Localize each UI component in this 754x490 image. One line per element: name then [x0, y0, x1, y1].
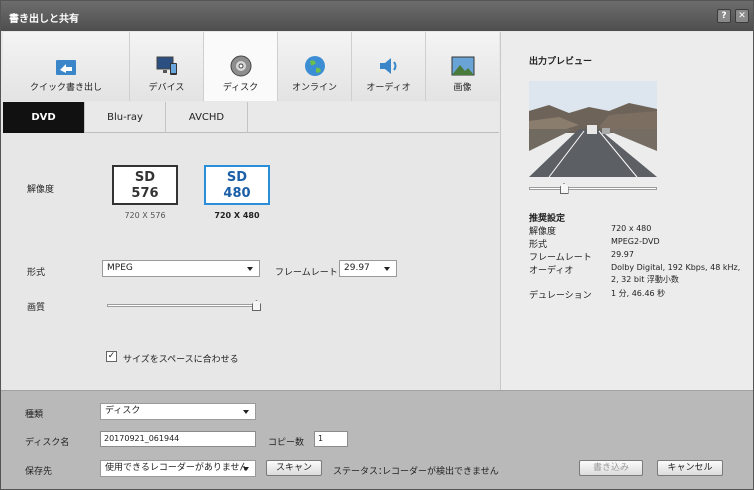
export-share-window: 書き出しと共有 ? ✕ クイック書き出し デバイス ディスク オンライン オーデ…: [0, 0, 754, 490]
copies-label: コピー数: [268, 438, 305, 448]
framerate-label: フレームレート: [275, 268, 338, 278]
sd480-line2: 480: [223, 186, 251, 201]
globe-icon: [304, 56, 325, 76]
tab-label: 画像: [453, 83, 472, 93]
window-title: 書き出しと共有: [9, 14, 79, 25]
resolution-sd576-option[interactable]: SD 576: [112, 165, 178, 205]
image-icon: [451, 56, 474, 76]
disc-name-label: ディスク名: [25, 438, 70, 448]
tab-disc[interactable]: ディスク: [203, 32, 277, 101]
tab-audio[interactable]: オーディオ: [351, 32, 425, 101]
save-to-value: 使用できるレコーダーがありません: [105, 463, 249, 473]
info-key: 解像度: [529, 227, 557, 237]
preview-frame-image: [529, 81, 657, 177]
info-value: 2, 32 bit 浮動小数: [611, 275, 679, 284]
info-value: 29.97: [611, 250, 634, 259]
tab-label: デバイス: [148, 83, 185, 93]
fit-checkbox-label: サイズをスペースに合わせる: [123, 355, 239, 365]
tab-label: ディスク: [222, 83, 259, 93]
save-to-dropdown[interactable]: 使用できるレコーダーがありません: [100, 460, 256, 477]
type-label: 種類: [25, 410, 44, 420]
category-tabs: クイック書き出し デバイス ディスク オンライン オーディオ 画像: [3, 32, 499, 101]
format-dropdown[interactable]: MPEG: [102, 260, 260, 277]
tab-label: オーディオ: [366, 83, 411, 93]
output-settings-bar: 種類 ディスク ディスク名 20170921_061944 コピー数 1 保存先…: [1, 390, 753, 489]
status-label: ステータス：: [333, 467, 388, 477]
info-key: フレームレート: [529, 253, 592, 263]
status-value: レコーダーが検出できません: [382, 467, 499, 477]
format-value: MPEG: [107, 263, 133, 273]
info-value: 1 分, 46.46 秒: [611, 289, 666, 298]
info-value: 720 x 480: [611, 224, 652, 233]
save-to-label: 保存先: [25, 467, 53, 477]
tab-label: オンライン: [291, 83, 337, 93]
type-dropdown[interactable]: ディスク: [100, 403, 256, 420]
tab-bluray[interactable]: Blu-ray: [85, 102, 166, 133]
sd576-line1: SD: [134, 170, 156, 185]
info-value: MPEG2-DVD: [611, 237, 660, 246]
device-icon: [156, 56, 177, 75]
resolution-sd480-option[interactable]: SD 480: [204, 165, 270, 205]
disc-format-tabs: DVD Blu-ray AVCHD: [3, 102, 499, 133]
preview-pane: 出力プレビュー 推奨設定 解像度 720 x 480 形式 MPEG2-DVD …: [500, 32, 753, 390]
tab-image[interactable]: 画像: [425, 32, 499, 101]
disc-name-input[interactable]: 20170921_061944: [100, 431, 256, 447]
resolution-label: 解像度: [27, 185, 55, 195]
speaker-icon: [379, 58, 396, 74]
preview-video: [529, 81, 657, 177]
type-value: ディスク: [105, 406, 141, 416]
quality-label: 画質: [27, 303, 46, 313]
close-button[interactable]: ✕: [735, 9, 749, 23]
chevron-down-icon: [247, 267, 253, 271]
help-button[interactable]: ?: [717, 9, 731, 23]
info-key: オーディオ: [529, 266, 574, 276]
framerate-dropdown[interactable]: 29.97: [339, 260, 397, 277]
info-value: Dolby Digital, 192 Kbps, 48 kHz,: [611, 263, 741, 272]
fit-checkbox[interactable]: ✓: [106, 351, 117, 362]
preview-scrubber-thumb[interactable]: [559, 183, 569, 194]
write-button[interactable]: 書き込み: [579, 460, 643, 476]
disc-icon: [230, 55, 251, 77]
sd576-line2: 576: [131, 186, 159, 201]
info-key: 形式: [529, 240, 548, 250]
tab-device[interactable]: デバイス: [129, 32, 203, 101]
format-label: 形式: [27, 268, 46, 278]
info-key: デュレーション: [529, 291, 592, 301]
sd576-caption: 720 X 576: [124, 211, 166, 220]
copies-input[interactable]: 1: [314, 431, 348, 447]
quality-slider-track[interactable]: [107, 304, 261, 307]
sd480-line1: SD: [226, 170, 248, 185]
quick-export-icon: [56, 60, 76, 75]
framerate-value: 29.97: [344, 263, 370, 273]
tab-dvd[interactable]: DVD: [3, 102, 85, 133]
recommended-title: 推奨設定: [529, 214, 566, 224]
sd480-caption: 720 X 480: [214, 211, 260, 220]
tab-avchd[interactable]: AVCHD: [166, 102, 248, 133]
preview-scrubber-track[interactable]: [529, 187, 657, 190]
tab-online[interactable]: オンライン: [277, 32, 351, 101]
title-bar: 書き出しと共有 ? ✕: [1, 1, 753, 31]
chevron-down-icon: [243, 467, 249, 471]
chevron-down-icon: [243, 410, 249, 414]
chevron-down-icon: [384, 267, 390, 271]
tab-label: クイック書き出し: [29, 83, 102, 93]
cancel-button[interactable]: キャンセル: [657, 460, 723, 476]
settings-pane: クイック書き出し デバイス ディスク オンライン オーディオ 画像 DVD Bl…: [3, 32, 499, 390]
tab-quick-export[interactable]: クイック書き出し: [3, 32, 129, 101]
preview-title: 出力プレビュー: [529, 57, 593, 67]
scan-button[interactable]: スキャン: [266, 460, 322, 476]
quality-slider-thumb[interactable]: [252, 300, 261, 311]
